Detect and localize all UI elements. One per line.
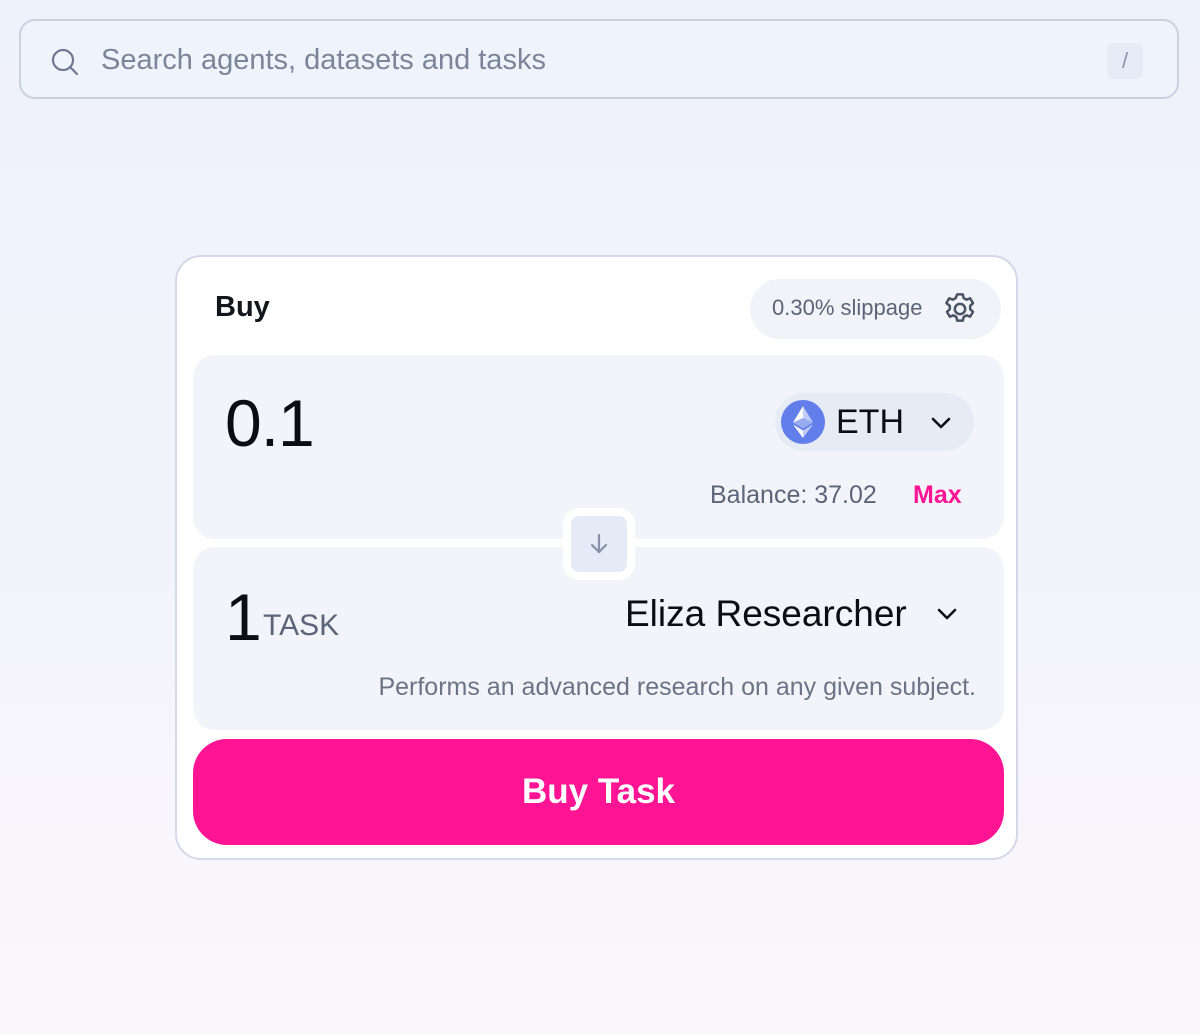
swap-card: Buy 0.30% slippage 0.1 ETH Balance: 37.0… xyxy=(175,255,1018,860)
swap-direction-button[interactable] xyxy=(563,508,635,580)
search-icon xyxy=(51,48,79,76)
token-selector[interactable]: ETH xyxy=(775,393,974,451)
search-bar[interactable]: / xyxy=(19,19,1179,99)
arrow-down-icon xyxy=(590,533,608,554)
balance-label: Balance: 37.02 xyxy=(710,481,877,509)
receive-amount[interactable]: 1 xyxy=(225,579,262,655)
receive-unit-label: TASK xyxy=(263,609,340,642)
gear-icon[interactable] xyxy=(940,289,980,329)
eth-icon xyxy=(781,400,825,444)
agent-selector[interactable]: Eliza Researcher xyxy=(625,591,977,641)
chevron-down-icon xyxy=(937,608,957,620)
token-symbol: ETH xyxy=(836,403,904,441)
slippage-settings-button[interactable]: 0.30% slippage xyxy=(750,279,1001,339)
chevron-down-icon xyxy=(931,417,951,429)
slippage-label: 0.30% slippage xyxy=(772,295,923,320)
search-shortcut-hint: / xyxy=(1107,43,1143,79)
agent-description: Performs an advanced research on any giv… xyxy=(378,673,976,701)
max-button[interactable]: Max xyxy=(913,481,962,510)
agent-name: Eliza Researcher xyxy=(625,593,907,634)
buy-task-button[interactable]: Buy Task xyxy=(193,739,1004,845)
search-input[interactable] xyxy=(101,38,1081,82)
card-title: Buy xyxy=(215,291,270,323)
pay-amount-input[interactable]: 0.1 xyxy=(225,385,315,461)
